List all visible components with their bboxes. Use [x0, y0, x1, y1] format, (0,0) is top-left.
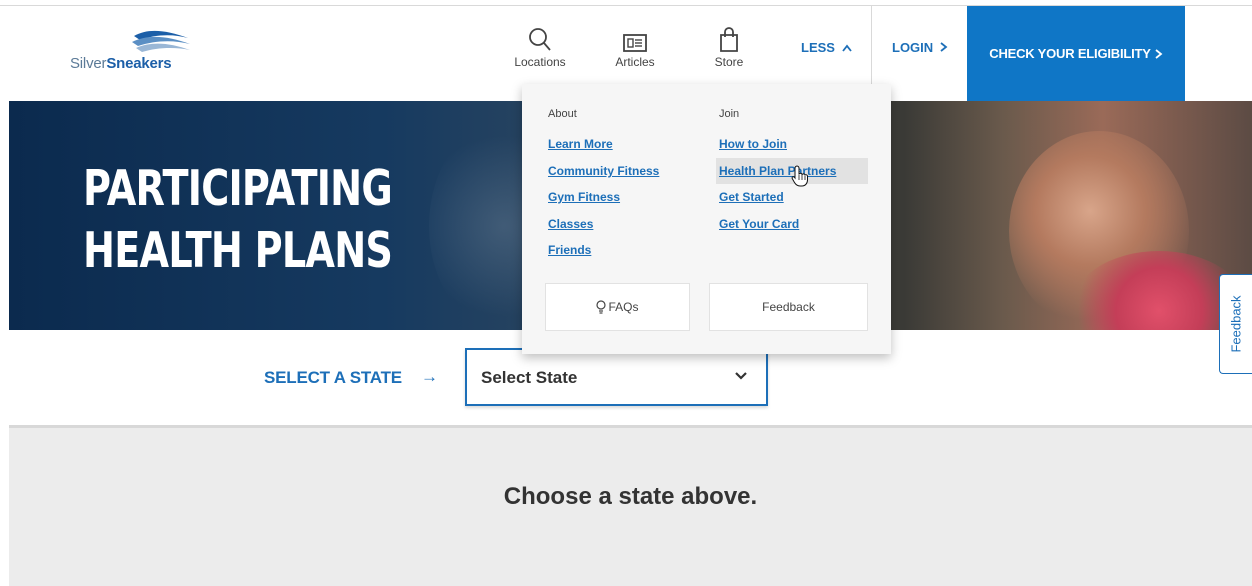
check-eligibility-label: CHECK YOUR ELIGIBILITY — [989, 46, 1151, 61]
feedback-side-tab[interactable]: Feedback — [1219, 274, 1252, 374]
search-icon — [529, 28, 551, 51]
menu-link-gym-fitness[interactable]: Gym Fitness — [548, 190, 620, 204]
menu-link-health-plan-partners[interactable]: Health Plan Partners — [719, 164, 836, 178]
silversneakers-logo[interactable]: SilverSneakers — [70, 28, 200, 78]
login-link[interactable]: LOGIN — [892, 40, 948, 55]
menu-link-how-to-join[interactable]: How to Join — [719, 137, 787, 151]
more-menu-dropdown: About Learn More Community Fitness Gym F… — [522, 84, 891, 354]
less-label: LESS — [801, 40, 835, 55]
page: SilverSneakers Locations Articles Store … — [0, 0, 1252, 586]
hand-pointer-cursor-icon — [791, 165, 808, 187]
chevron-down-icon — [735, 372, 747, 380]
nav-locations[interactable]: Locations — [505, 25, 575, 69]
menu-link-friends[interactable]: Friends — [548, 243, 591, 257]
nav-store[interactable]: Store — [694, 25, 764, 69]
hero-title-line1: PARTICIPATING — [83, 160, 393, 217]
menu-link-get-your-card[interactable]: Get Your Card — [719, 217, 799, 231]
nav-articles-label: Articles — [615, 55, 655, 69]
arrow-right-icon: → — [421, 367, 438, 386]
chevron-up-icon — [841, 44, 852, 52]
lightbulb-icon — [596, 300, 607, 314]
hero-title-line2: HEALTH PLANS — [83, 222, 393, 279]
menu-link-classes[interactable]: Classes — [548, 217, 593, 231]
logo-swoosh-icon — [132, 30, 190, 52]
nav-store-label: Store — [714, 55, 744, 69]
faqs-button[interactable]: FAQs — [545, 283, 690, 331]
menu-link-learn-more[interactable]: Learn More — [548, 137, 613, 151]
hero-title: PARTICIPATING HEALTH PLANS — [83, 158, 393, 282]
nav-locations-label: Locations — [514, 55, 566, 69]
less-menu-toggle[interactable]: LESS — [801, 40, 852, 55]
chevron-right-icon — [1155, 48, 1163, 59]
join-heading: Join — [719, 108, 740, 120]
nav-articles[interactable]: Articles — [600, 25, 670, 69]
state-select[interactable]: Select State — [465, 348, 768, 406]
menu-link-community-fitness[interactable]: Community Fitness — [548, 164, 659, 178]
shopping-bag-icon — [720, 27, 738, 52]
faqs-label: FAQs — [608, 300, 639, 314]
choose-state-message: Choose a state above. — [503, 483, 758, 510]
feedback-button[interactable]: Feedback — [709, 283, 868, 331]
feedback-side-tab-label: Feedback — [1228, 295, 1244, 353]
results-area: Choose a state above. — [9, 428, 1252, 586]
menu-link-get-started[interactable]: Get Started — [719, 190, 784, 204]
state-select-value: Select State — [481, 368, 578, 387]
check-eligibility-button[interactable]: CHECK YOUR ELIGIBILITY — [967, 6, 1185, 101]
chevron-right-icon — [940, 42, 948, 52]
newspaper-icon — [623, 34, 647, 52]
logo-text: SilverSneakers — [70, 55, 172, 72]
feedback-label: Feedback — [762, 300, 815, 314]
login-label: LOGIN — [892, 40, 934, 55]
about-heading: About — [548, 108, 577, 120]
select-state-label: SELECT A STATE — [264, 368, 402, 387]
